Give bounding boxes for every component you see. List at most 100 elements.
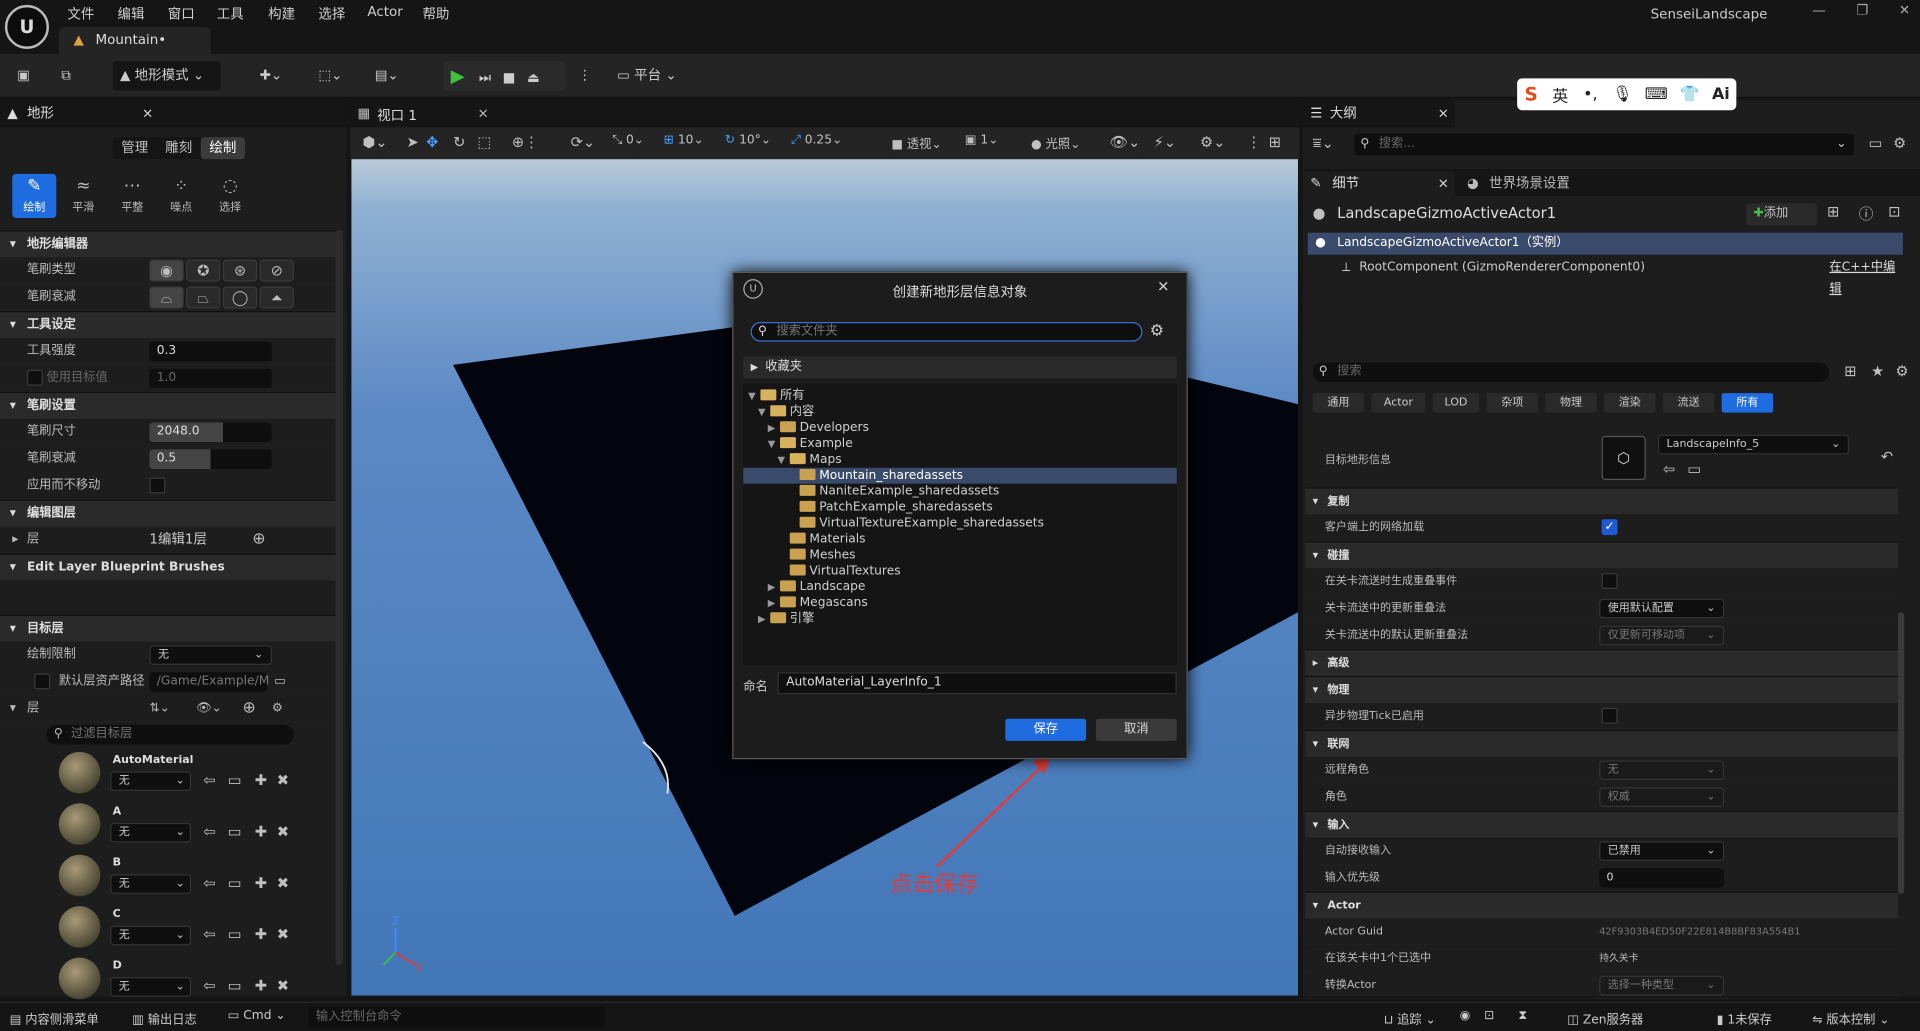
browse-layer-icon[interactable]: ⇦ — [203, 771, 215, 788]
smooth-falloff-icon[interactable]: ⌓ — [149, 286, 184, 309]
folder-icon[interactable]: ▭ — [274, 669, 286, 696]
flatten-tool-button[interactable]: ⋯ 平整 — [110, 174, 154, 218]
layer-info-dropdown[interactable]: 无 ⌄ — [110, 925, 192, 946]
details-scrollbar[interactable] — [1897, 612, 1905, 894]
add-actor-icon[interactable]: ✚⌄ — [252, 61, 289, 90]
mode-dropdown[interactable]: ▲ 地形模式 ⌄ — [112, 61, 221, 91]
screenshot-icon[interactable]: ⊡ — [1484, 1009, 1494, 1022]
property-dropdown[interactable]: 选择一种类型 ⌄ — [1599, 975, 1725, 996]
close-viewport-icon[interactable]: × — [478, 105, 489, 121]
folder-tree-item[interactable]: PatchExample_sharedassets — [743, 500, 1176, 516]
tab-details[interactable]: ✎ 细节 × — [1302, 171, 1455, 196]
target-layer-item[interactable]: A 无 ⌄ ⇦ ▭ ✚ ✖ — [54, 801, 299, 852]
scale-tool-icon[interactable]: ⬚ — [478, 133, 492, 150]
tip-falloff-icon[interactable]: ⏶ — [259, 286, 294, 309]
sogou-logo-icon[interactable]: S — [1525, 83, 1538, 105]
scale-snap-control[interactable]: ⤢ 0.25⌄ — [791, 133, 842, 146]
property-dropdown[interactable]: 权威 ⌄ — [1599, 787, 1725, 807]
unsaved-button[interactable]: ▮ 1未保存 — [1717, 1009, 1772, 1027]
output-log-button[interactable]: ▥ 输出日志 — [132, 1009, 196, 1027]
ai-icon[interactable]: Ai — [1712, 85, 1730, 103]
show-flags-icon[interactable]: 👁⌄ — [1109, 133, 1140, 150]
add-folder-icon[interactable]: ▭ — [1869, 135, 1883, 152]
microphone-icon[interactable]: 🎙 — [1612, 85, 1632, 103]
menu-item[interactable]: 文件 — [67, 4, 94, 24]
add-layer-info-icon[interactable]: ✚ — [255, 926, 267, 943]
settings-gear-icon[interactable]: ⚙ — [1150, 322, 1164, 340]
filter-tab[interactable]: LOD — [1432, 393, 1480, 413]
tab-world-settings[interactable]: ◕ 世界场景设置 — [1462, 171, 1570, 195]
folder-tree-item[interactable]: ▶ 引擎 — [743, 611, 1176, 627]
delete-layer-icon[interactable]: ✖ — [277, 874, 289, 891]
property-input[interactable]: 0 — [1599, 868, 1725, 888]
folder-tree-item[interactable]: ▶ Landscape — [743, 579, 1176, 595]
delete-layer-icon[interactable]: ✖ — [277, 977, 289, 994]
record-icon[interactable]: ◉ — [1460, 1009, 1471, 1022]
apply-no-move-checkbox[interactable] — [149, 477, 166, 494]
section-editor[interactable]: ▾ 地形编辑器 — [0, 230, 336, 258]
target-layer-item[interactable]: D 无 ⌄ ⇦ ▭ ✚ ✖ — [54, 955, 299, 1006]
property-section[interactable]: ▾ 输入 — [1305, 810, 1898, 838]
property-dropdown[interactable]: 无 ⌄ — [1599, 760, 1725, 781]
property-dropdown[interactable]: 使用默认配置 ⌄ — [1599, 598, 1725, 619]
realtime-icon[interactable]: ⚡⌄ — [1153, 133, 1176, 150]
use-target-input[interactable]: 1.0 — [149, 368, 272, 389]
stop-icon[interactable]: ■ — [503, 70, 516, 86]
reset-icon[interactable]: ↶ — [1881, 448, 1893, 465]
save-button[interactable]: 保存 — [1005, 718, 1087, 741]
viewport-options-icon[interactable]: ⋮ — [1247, 133, 1262, 150]
pattern-brush-icon[interactable]: ⊛ — [222, 259, 258, 282]
section-target-layers[interactable]: ▾ 目标层 — [0, 614, 336, 642]
unreal-logo-icon[interactable]: U — [4, 4, 49, 49]
expand-arrow-icon[interactable]: ▼ — [748, 388, 760, 404]
target-layer-item[interactable]: AutoMaterial 无 ⌄ ⇦ ▭ ✚ ✖ — [54, 749, 299, 800]
expand-arrow-icon[interactable]: ▼ — [778, 452, 790, 468]
target-layer-item[interactable]: B 无 ⌄ ⇦ ▭ ✚ ✖ — [54, 852, 299, 903]
browse-layer-icon[interactable]: ⇦ — [203, 926, 215, 943]
use-target-checkbox[interactable] — [26, 369, 43, 386]
find-layer-icon[interactable]: ▭ — [228, 874, 242, 891]
add-target-layer-icon[interactable]: ⊕ — [242, 696, 255, 723]
tab-paint[interactable]: 绘制 — [200, 137, 245, 160]
noise-tool-button[interactable]: ⁘ 噪点 — [159, 174, 203, 218]
close-outliner-icon[interactable]: × — [1438, 100, 1449, 127]
viewport-tab[interactable]: 视口 1 — [377, 105, 417, 125]
folder-tree-item[interactable]: Meshes — [743, 547, 1176, 563]
property-checkbox[interactable] — [1601, 707, 1618, 724]
tool-strength-input[interactable]: 0.3 — [149, 341, 272, 362]
filter-tab[interactable]: 物理 — [1545, 393, 1597, 413]
snap-rotation-small[interactable]: ⤡ 0⌄ — [612, 133, 644, 146]
hourglass-icon[interactable]: ⧗ — [1518, 1009, 1527, 1022]
section-blueprint-brushes[interactable]: ▾ Edit Layer Blueprint Brushes — [0, 553, 336, 581]
close-details-icon[interactable]: × — [1438, 171, 1449, 195]
property-dropdown[interactable]: 已禁用 ⌄ — [1599, 841, 1725, 861]
default-path-input[interactable]: /Game/Example/M — [149, 672, 269, 692]
visibility-icon[interactable]: 👁⌄ — [196, 696, 222, 723]
find-asset-icon[interactable]: ▭ — [1687, 460, 1701, 477]
blueprint-icon[interactable]: ⊞ — [1827, 203, 1839, 220]
trace-dropdown[interactable]: ⊔ 追踪 ⌄ — [1384, 1009, 1436, 1027]
menu-item[interactable]: Actor — [367, 4, 402, 20]
rotate-tool-icon[interactable]: ↻ — [453, 133, 465, 150]
find-layer-icon[interactable]: ▭ — [228, 926, 242, 943]
content-drawer-button[interactable]: ▤ 内容侧滑菜单 — [10, 1009, 99, 1027]
keyboard-icon[interactable]: ⌨ — [1645, 85, 1668, 103]
lit-dropdown[interactable]: ● 光照⌄ — [1031, 133, 1080, 151]
transform-menu-icon[interactable]: ⬢⌄ — [362, 133, 387, 150]
component-instance-row[interactable]: ● LandscapeGizmoActiveActor1（实例） — [1307, 232, 1903, 255]
property-section[interactable]: ▾ 复制 — [1305, 487, 1898, 515]
target-info-dropdown[interactable]: LandscapeInfo_5 ⌄ — [1657, 434, 1849, 455]
panel-scrollbar[interactable] — [335, 230, 343, 965]
lock-icon[interactable]: ⊡ — [1888, 203, 1900, 220]
root-component-row[interactable]: ⟂ RootComponent (GizmoRendererComponent0… — [1308, 257, 1903, 297]
browse-layer-icon[interactable]: ⇦ — [203, 977, 215, 994]
smooth-tool-button[interactable]: ≈ 平滑 — [61, 174, 105, 218]
filter-icon[interactable]: ⩸⌄ — [1313, 135, 1334, 153]
cinematics-icon[interactable]: ▤⌄ — [367, 61, 406, 90]
blueprint-icon[interactable]: ⬚⌄ — [311, 61, 350, 90]
folder-tree-item[interactable]: ▶ Megascans — [743, 595, 1176, 611]
details-search-input[interactable]: ⚲ 搜索 — [1312, 362, 1830, 383]
delete-layer-icon[interactable]: ✖ — [277, 823, 289, 840]
save-icon[interactable]: ▣ — [10, 61, 37, 90]
expand-arrow-icon[interactable]: ▶ — [768, 595, 780, 611]
